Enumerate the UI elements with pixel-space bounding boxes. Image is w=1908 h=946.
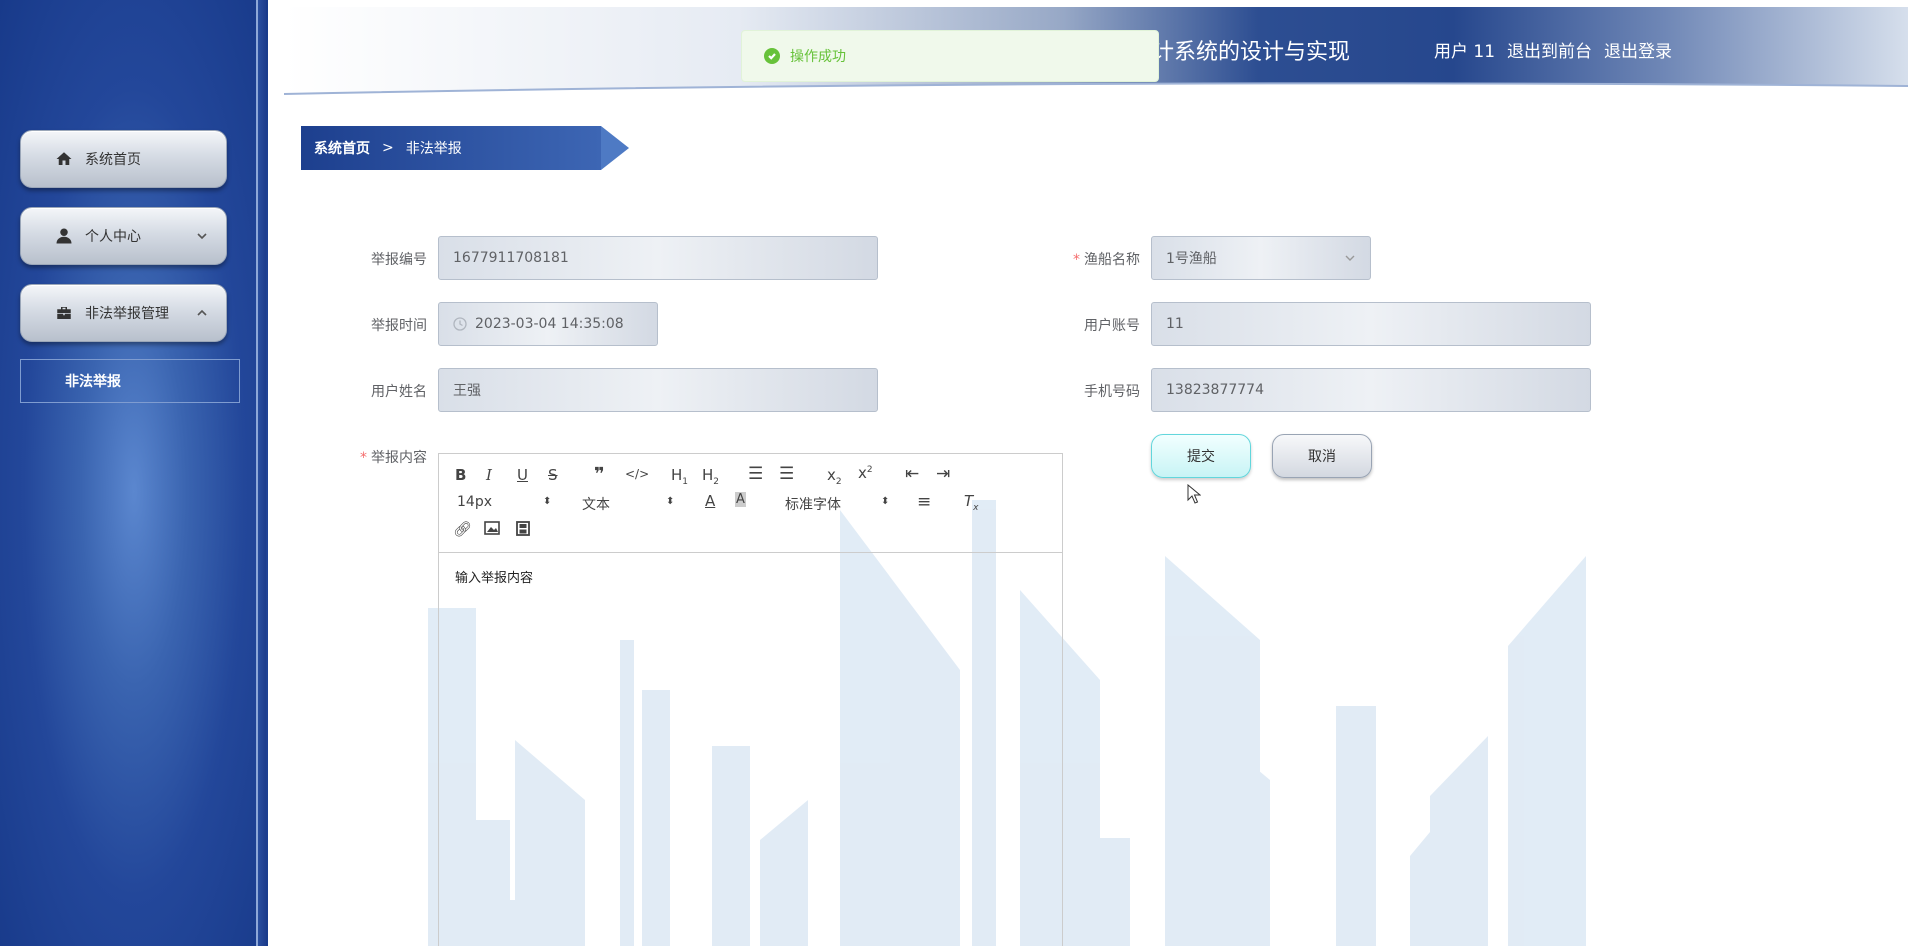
phone-field[interactable]: 13823877774 bbox=[1151, 368, 1591, 412]
superscript-button[interactable]: x2 bbox=[858, 464, 873, 482]
strikethrough-button[interactable]: S bbox=[548, 466, 558, 484]
phone-label: 手机号码 bbox=[1084, 384, 1140, 400]
video-icon[interactable] bbox=[516, 521, 530, 540]
sidebar-edge bbox=[256, 0, 266, 946]
subscript-button[interactable]: x2 bbox=[827, 466, 842, 487]
sidebar-item-profile[interactable]: 个人中心 bbox=[20, 207, 227, 265]
required-mark: * bbox=[1073, 252, 1080, 268]
phone-value: 13823877774 bbox=[1166, 382, 1264, 398]
underline-button[interactable]: U bbox=[517, 466, 528, 484]
link-icon[interactable]: 🔗︎ bbox=[453, 520, 472, 538]
sidebar-item-report-management[interactable]: 非法举报管理 bbox=[20, 284, 227, 342]
breadcrumb-arrow bbox=[601, 126, 629, 170]
unordered-list-button[interactable]: ☰ bbox=[779, 464, 794, 484]
report-time-picker[interactable]: 2023-03-04 14:35:08 bbox=[438, 302, 658, 346]
report-no-field[interactable]: 1677911708181 bbox=[438, 236, 878, 280]
image-icon[interactable] bbox=[484, 521, 500, 539]
boat-name-value: 1号渔船 bbox=[1166, 251, 1217, 267]
cancel-button[interactable]: 取消 bbox=[1272, 434, 1372, 478]
align-button[interactable]: ≡ bbox=[917, 492, 931, 512]
chevron-down-icon bbox=[196, 230, 208, 242]
sidebar-item-label: 非法举报管理 bbox=[85, 306, 169, 322]
clear-format-button[interactable]: Tx bbox=[964, 492, 979, 513]
report-content-label: * 举报内容 bbox=[360, 450, 427, 466]
indent-button[interactable]: ⇥ bbox=[936, 464, 950, 484]
report-no-value: 1677911708181 bbox=[453, 250, 569, 266]
code-button[interactable]: </> bbox=[625, 467, 649, 481]
editor-toolbar: B I U S ❞ </> H1 H2 ☰ ☰ x2 x2 ⇤ ⇥ 14px ⬍… bbox=[439, 454, 1062, 553]
updown-icon: ⬍ bbox=[666, 496, 675, 507]
boat-name-label: * 渔船名称 bbox=[1073, 252, 1140, 268]
briefcase-icon bbox=[57, 307, 71, 319]
boat-name-select[interactable]: 1号渔船 bbox=[1151, 236, 1371, 280]
account-label: 用户账号 bbox=[1084, 318, 1140, 334]
clock-icon bbox=[453, 317, 467, 331]
italic-button[interactable]: I bbox=[486, 466, 492, 484]
chevron-down-icon bbox=[1344, 252, 1356, 264]
check-circle-icon bbox=[764, 48, 780, 64]
user-name-field[interactable]: 王强 bbox=[438, 368, 878, 412]
h1-button[interactable]: H1 bbox=[671, 466, 688, 487]
font-color-button[interactable]: A bbox=[705, 492, 715, 510]
text-type-select[interactable]: 文本 ⬍ bbox=[582, 494, 682, 514]
font-family-value: 标准字体 bbox=[785, 497, 841, 513]
font-size-select[interactable]: 14px ⬍ bbox=[457, 494, 557, 510]
success-toast: 操作成功 bbox=[741, 30, 1159, 82]
username-label: 用户 11 bbox=[1434, 42, 1496, 62]
blockquote-button[interactable]: ❞ bbox=[594, 464, 605, 485]
ordered-list-button[interactable]: ☰ bbox=[748, 464, 763, 484]
outdent-button[interactable]: ⇤ bbox=[905, 464, 919, 484]
rich-text-editor[interactable]: B I U S ❞ </> H1 H2 ☰ ☰ x2 x2 ⇤ ⇥ 14px ⬍… bbox=[438, 453, 1063, 946]
back-to-frontend-link[interactable]: 退出到前台 bbox=[1507, 37, 1592, 62]
user-name-label: 用户姓名 bbox=[371, 384, 427, 400]
report-time-value: 2023-03-04 14:35:08 bbox=[475, 316, 624, 332]
breadcrumb-current: 非法举报 bbox=[405, 141, 462, 157]
sidebar-subitem-illegal-report[interactable]: 非法举报 bbox=[20, 359, 240, 403]
user-icon bbox=[56, 228, 72, 244]
sidebar-item-label: 个人中心 bbox=[85, 229, 141, 245]
breadcrumb-separator: > bbox=[382, 140, 394, 156]
breadcrumb-home[interactable]: 系统首页 bbox=[314, 138, 370, 158]
breadcrumb: 系统首页 > 非法举报 bbox=[301, 126, 629, 170]
sidebar-item-label: 系统首页 bbox=[85, 152, 141, 168]
user-name-value: 王强 bbox=[453, 383, 481, 399]
home-icon bbox=[56, 152, 72, 165]
logout-link[interactable]: 退出登录 bbox=[1604, 37, 1672, 62]
account-value: 11 bbox=[1166, 316, 1184, 332]
bold-button[interactable]: B bbox=[455, 466, 466, 484]
editor-content[interactable]: 输入举报内容 bbox=[455, 567, 533, 586]
required-mark: * bbox=[360, 450, 367, 466]
report-no-label: 举报编号 bbox=[371, 252, 427, 268]
updown-icon: ⬍ bbox=[881, 496, 890, 507]
chevron-up-icon bbox=[196, 307, 208, 319]
font-size-value: 14px bbox=[457, 494, 492, 510]
mouse-cursor-icon bbox=[1187, 484, 1201, 504]
background-color-button[interactable]: A bbox=[735, 492, 746, 507]
toast-message: 操作成功 bbox=[790, 49, 846, 65]
header-wave bbox=[284, 82, 1908, 102]
updown-icon: ⬍ bbox=[543, 496, 552, 507]
page-title: 计系统的设计与实现 bbox=[1152, 40, 1351, 65]
text-type-value: 文本 bbox=[582, 497, 610, 513]
account-field[interactable]: 11 bbox=[1151, 302, 1591, 346]
report-time-label: 举报时间 bbox=[371, 318, 427, 334]
sidebar-item-home[interactable]: 系统首页 bbox=[20, 130, 227, 188]
h2-button[interactable]: H2 bbox=[702, 466, 719, 487]
submit-button[interactable]: 提交 bbox=[1151, 434, 1251, 478]
font-family-select[interactable]: 标准字体 ⬍ bbox=[785, 494, 895, 514]
